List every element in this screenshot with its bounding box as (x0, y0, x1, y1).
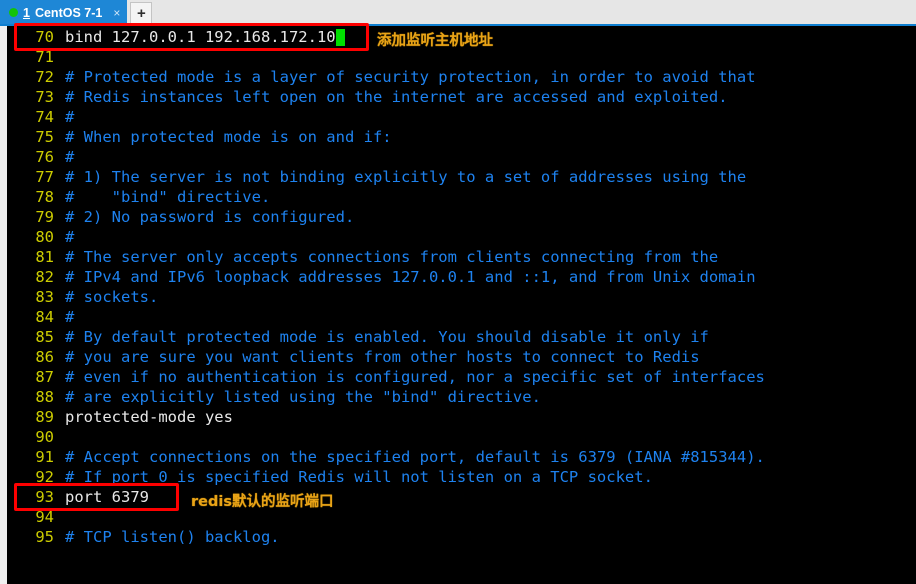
editor-line: 95 # TCP listen() backlog. (7, 527, 916, 547)
line-number: 83 (35, 288, 54, 306)
editor-line: 75 # When protected mode is on and if: (7, 127, 916, 147)
line-text: # are explicitly listed using the "bind"… (65, 388, 541, 406)
line-number: 78 (35, 188, 54, 206)
green-dot-icon (9, 8, 18, 17)
editor-line: 71 (7, 47, 916, 67)
editor-line: 83 # sockets. (7, 287, 916, 307)
line-text: # If port 0 is specified Redis will not … (65, 468, 653, 486)
tab-index-label: 1 (23, 5, 30, 20)
line-number: 71 (35, 48, 54, 66)
line-number: 85 (35, 328, 54, 346)
line-number: 89 (35, 408, 54, 426)
line-number: 92 (35, 468, 54, 486)
line-number: 93 (35, 488, 54, 506)
line-number: 73 (35, 88, 54, 106)
line-number: 94 (35, 508, 54, 526)
editor-line: 76 # (7, 147, 916, 167)
terminal-screen[interactable]: 70 bind 127.0.0.1 192.168.172.10 71 72 # Pro… (7, 26, 916, 584)
line-number: 72 (35, 68, 54, 86)
line-text: # The server only accepts connections fr… (65, 248, 719, 266)
line-number: 70 (35, 28, 54, 46)
editor-line: 78 # "bind" directive. (7, 187, 916, 207)
line-text: # (65, 308, 75, 326)
editor-line-list: 70 bind 127.0.0.1 192.168.172.10 71 72 # Pro… (7, 27, 916, 547)
terminal-frame: 70 bind 127.0.0.1 192.168.172.10 71 72 # Pro… (0, 26, 916, 584)
line-number: 91 (35, 448, 54, 466)
tab-title-label: CentOS 7-1 (34, 5, 103, 20)
line-number: 80 (35, 228, 54, 246)
editor-line: 74 # (7, 107, 916, 127)
terminal-window: 1 CentOS 7-1 × + 70 bind 127.0.0.1 192.16… (0, 0, 916, 584)
line-number: 75 (35, 128, 54, 146)
editor-line: 84 # (7, 307, 916, 327)
line-number: 88 (35, 388, 54, 406)
editor-line: 88 # are explicitly listed using the "bin… (7, 387, 916, 407)
close-icon[interactable]: × (113, 7, 120, 19)
line-text: protected-mode yes (65, 408, 233, 426)
line-text: # (65, 228, 75, 246)
text-cursor (335, 28, 345, 46)
line-number: 95 (35, 528, 54, 546)
annotation-port-line: redis默认的监听端口 (191, 494, 334, 510)
line-text: # When protected mode is on and if: (65, 128, 392, 146)
tab-bar: 1 CentOS 7-1 × + (0, 0, 916, 25)
editor-line: 94 (7, 507, 916, 527)
line-text: # IPv4 and IPv6 loopback addresses 127.0… (65, 268, 756, 286)
editor-line: 77 # 1) The server is not binding explici… (7, 167, 916, 187)
editor-line: 79 # 2) No password is configured. (7, 207, 916, 227)
line-number: 74 (35, 108, 54, 126)
line-number: 86 (35, 348, 54, 366)
line-text: # TCP listen() backlog. (65, 528, 280, 546)
editor-line: 86 # you are sure you want clients from o… (7, 347, 916, 367)
line-number: 84 (35, 308, 54, 326)
line-text: bind 127.0.0.1 192.168.172.10 (65, 28, 336, 46)
editor-line: 91 # Accept connections on the specified … (7, 447, 916, 467)
line-text: # even if no authentication is configure… (65, 368, 765, 386)
line-number: 82 (35, 268, 54, 286)
editor-line: 72 # Protected mode is a layer of securit… (7, 67, 916, 87)
line-number: 87 (35, 368, 54, 386)
line-text: port 6379 (65, 488, 149, 506)
line-text: # (65, 148, 75, 166)
line-number: 77 (35, 168, 54, 186)
line-text: # 2) No password is configured. (65, 208, 355, 226)
editor-line: 82 # IPv4 and IPv6 loopback addresses 127… (7, 267, 916, 287)
line-text: # sockets. (65, 288, 159, 306)
line-text: # "bind" directive. (65, 188, 271, 206)
line-text: # By default protected mode is enabled. … (65, 328, 709, 346)
editor-line: 85 # By default protected mode is enabled… (7, 327, 916, 347)
annotation-bind-line: 添加监听主机地址 (377, 33, 493, 49)
new-tab-button[interactable]: + (130, 2, 153, 24)
editor-line: 73 # Redis instances left open on the int… (7, 87, 916, 107)
line-text: # you are sure you want clients from oth… (65, 348, 700, 366)
editor-line: 81 # The server only accepts connections … (7, 247, 916, 267)
editor-line: 87 # even if no authentication is configu… (7, 367, 916, 387)
line-text: # Protected mode is a layer of security … (65, 68, 756, 86)
tab-centos-7-1[interactable]: 1 CentOS 7-1 × (0, 0, 128, 25)
line-number: 79 (35, 208, 54, 226)
line-number: 81 (35, 248, 54, 266)
editor-line: 80 # (7, 227, 916, 247)
line-text: # (65, 108, 75, 126)
editor-line: 90 (7, 427, 916, 447)
editor-line: 92 # If port 0 is specified Redis will no… (7, 467, 916, 487)
editor-line: 93 port 6379 (7, 487, 916, 507)
line-text: # Accept connections on the specified po… (65, 448, 765, 466)
line-number: 76 (35, 148, 54, 166)
line-text: # 1) The server is not binding explicitl… (65, 168, 747, 186)
line-text: # Redis instances left open on the inter… (65, 88, 728, 106)
line-number: 90 (35, 428, 54, 446)
editor-line: 89 protected-mode yes (7, 407, 916, 427)
